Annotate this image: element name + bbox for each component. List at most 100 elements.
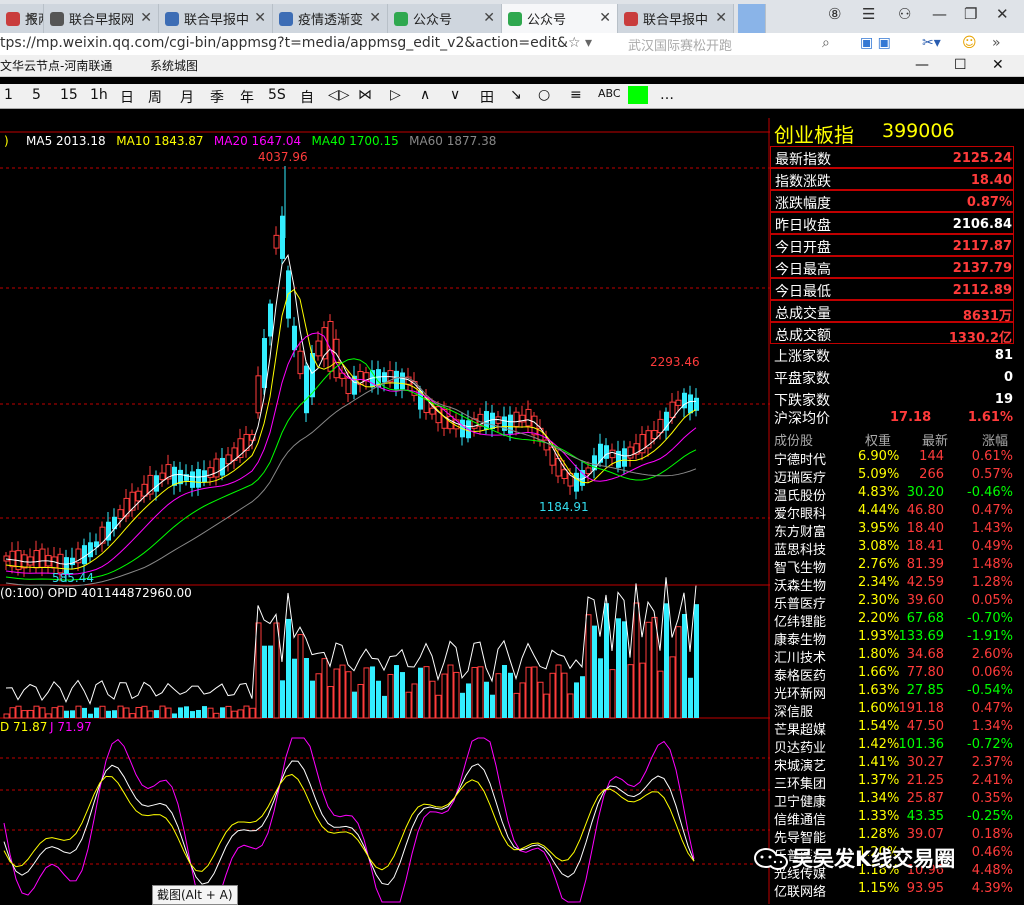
volume-bar [280,680,285,718]
shirt-icon[interactable]: ⚇ [898,5,911,23]
toolbar-item[interactable]: 5 [32,87,41,103]
tab-count-icon[interactable]: ⑧ [828,5,841,23]
toolbar-item[interactable]: 年 [240,87,254,107]
constituent-row[interactable]: 卫宁健康 1.34% 25.87 0.35% [770,790,1014,810]
stat-label: 涨跌幅度 [775,196,831,212]
emoji-icon[interactable]: ☺ [962,35,977,51]
constituent-row[interactable]: 三环集团 1.37% 21.25 2.41% [770,772,1014,792]
tab-close-icon[interactable]: ✕ [254,10,266,26]
constituent-row[interactable]: 深信服 1.60% 191.18 0.47% [770,700,1014,720]
restore-icon[interactable]: ❐ [964,5,977,23]
chart-area[interactable]: ) MA5 2013.18 MA10 1843.87 MA20 1647.04 MA4… [0,118,770,904]
volume-bar [466,683,471,718]
browser-tab[interactable]: 报两✕ [0,4,44,33]
constituent-row[interactable]: 芒果超媒 1.54% 47.50 1.34% [770,718,1014,738]
toolbar-more[interactable]: … [660,87,674,103]
toolbar-item[interactable]: ∧ [420,87,430,103]
more-icon[interactable]: » [992,35,1001,51]
tab-favicon-icon [394,11,408,26]
address-bar[interactable]: tps://mp.weixin.qq.com/cgi-bin/appmsg?t=… [0,33,1024,56]
constituent-row[interactable]: 蓝思科技 3.08% 18.41 0.49% [770,538,1014,558]
app-restore-icon[interactable]: ☐ [954,57,967,73]
toolbar-item[interactable]: 自 [300,87,314,107]
volume-bar [543,693,550,719]
app-close-icon[interactable]: ✕ [992,57,1004,73]
system-menu-label[interactable]: 系统城图 [150,57,198,74]
tools-icon[interactable]: ✂▾ [922,35,941,51]
constituent-row[interactable]: 康泰生物 1.93% 133.69 -1.91% [770,628,1014,648]
toolbar-item[interactable]: ↘ [510,87,522,103]
tab-close-icon[interactable]: ✕ [599,10,611,26]
tab-close-icon[interactable]: ✕ [715,10,727,26]
avg-price-row: 沪深均价 17.18 1.61% [770,406,1014,428]
constituent-row[interactable]: 宁德时代 6.90% 144 0.61% [770,448,1014,468]
toolbar-item[interactable]: ◁▷ [328,87,350,103]
volume-bar [495,673,502,719]
candle [286,270,291,319]
volume-bar [513,692,520,719]
new-tab-button[interactable] [738,4,766,33]
toolbar-item[interactable]: 季 [210,87,224,107]
volume-bar [123,707,130,719]
minimize-icon[interactable]: — [932,5,947,23]
constituent-row[interactable]: 迈瑞医疗 5.09% 266 0.57% [770,466,1014,486]
constituent-row[interactable]: 乐普医疗 2.30% 39.60 0.05% [770,592,1014,612]
constituent-row[interactable]: 温氏股份 4.83% 30.20 -0.46% [770,484,1014,504]
toolbar-item[interactable]: ▷ [390,87,401,103]
constituent-row[interactable]: 亿纬锂能 2.20% 67.68 -0.70% [770,610,1014,630]
toolbar-item[interactable]: 日 [120,87,134,107]
stat-label: 指数涨跌 [775,174,831,190]
cons-header-name: 成份股 [774,434,814,449]
extension-icon[interactable]: ▣ ▣ [860,35,891,51]
close-icon[interactable]: ✕ [996,5,1009,23]
browser-tab[interactable]: 联合早报中 ✕ [159,4,273,33]
constituent-row[interactable]: 宋城演艺 1.41% 30.27 2.37% [770,754,1014,774]
constituent-row[interactable]: 东方财富 3.95% 18.40 1.43% [770,520,1014,540]
ma-label: MA40 1700.15 [312,134,399,148]
toolbar-item[interactable]: 田 [480,87,494,107]
stat-label: 昨日收盘 [775,218,831,234]
volume-bar [243,705,250,719]
toolbar-item[interactable]: ∨ [450,87,460,103]
constituent-row[interactable]: 泰格医药 1.66% 77.80 0.06% [770,664,1014,684]
volume-bar [64,710,69,718]
volume-bar [135,706,142,719]
toolbar-item[interactable]: 1h [90,87,108,103]
toolbar-item[interactable]: 周 [148,87,162,107]
constituent-row[interactable]: 贝达药业 1.42% 101.36 -0.72% [770,736,1014,756]
tab-close-icon[interactable]: ✕ [25,10,37,26]
menu-icon[interactable]: ☰ [862,5,875,23]
toolbar-item[interactable]: 1 [4,87,13,103]
constituent-row[interactable]: 汇川技术 1.80% 34.68 2.60% [770,646,1014,666]
search-box-placeholder[interactable]: 武汉国际赛松开跑 [628,35,732,54]
toolbar-item[interactable]: ≡ [570,87,582,103]
bookmark-icon[interactable]: ☆ ▾ [568,35,592,51]
constituent-row[interactable]: 信维通信 1.33% 43.35 -0.25% [770,808,1014,828]
tab-close-icon[interactable]: ✕ [369,10,381,26]
toolbar-item[interactable]: ⋈ [358,87,372,103]
toolbar-item[interactable]: 15 [60,87,78,103]
constituent-row[interactable]: 沃森生物 2.34% 42.59 1.28% [770,574,1014,594]
volume-bar [292,658,297,718]
constituent-row[interactable]: 光环新网 1.63% 27.85 -0.54% [770,682,1014,702]
browser-tab[interactable]: 公众号 ✕ [388,4,502,33]
volume-bar [75,705,82,719]
tab-close-icon[interactable]: ✕ [140,10,152,26]
search-icon[interactable]: ⌕ [822,35,830,51]
browser-tab[interactable]: 联合早报网 ✕ [44,4,159,33]
volume-bar [471,666,478,719]
app-minimize-icon[interactable]: — [915,57,929,73]
browser-tab[interactable]: 疫情透渐变 ✕ [273,4,388,33]
toolbar-item[interactable]: ○ [538,87,550,103]
color-swatch[interactable] [628,86,648,104]
toolbar-item[interactable]: 月 [180,87,194,107]
browser-tab[interactable]: 联合早报中 ✕ [618,4,734,33]
toolbar-item[interactable]: ABC [598,87,621,100]
browser-tab[interactable]: 公众号 ✕ [502,4,618,33]
constituent-row[interactable]: 亿联网络 1.15% 93.95 4.39% [770,880,1014,900]
ma-label: MA20 1647.04 [214,134,301,148]
constituent-row[interactable]: 爱尔眼科 4.44% 46.80 0.47% [770,502,1014,522]
toolbar-item[interactable]: 5S [268,87,286,103]
constituent-row[interactable]: 智飞生物 2.76% 81.39 1.48% [770,556,1014,576]
tab-close-icon[interactable]: ✕ [483,10,495,26]
